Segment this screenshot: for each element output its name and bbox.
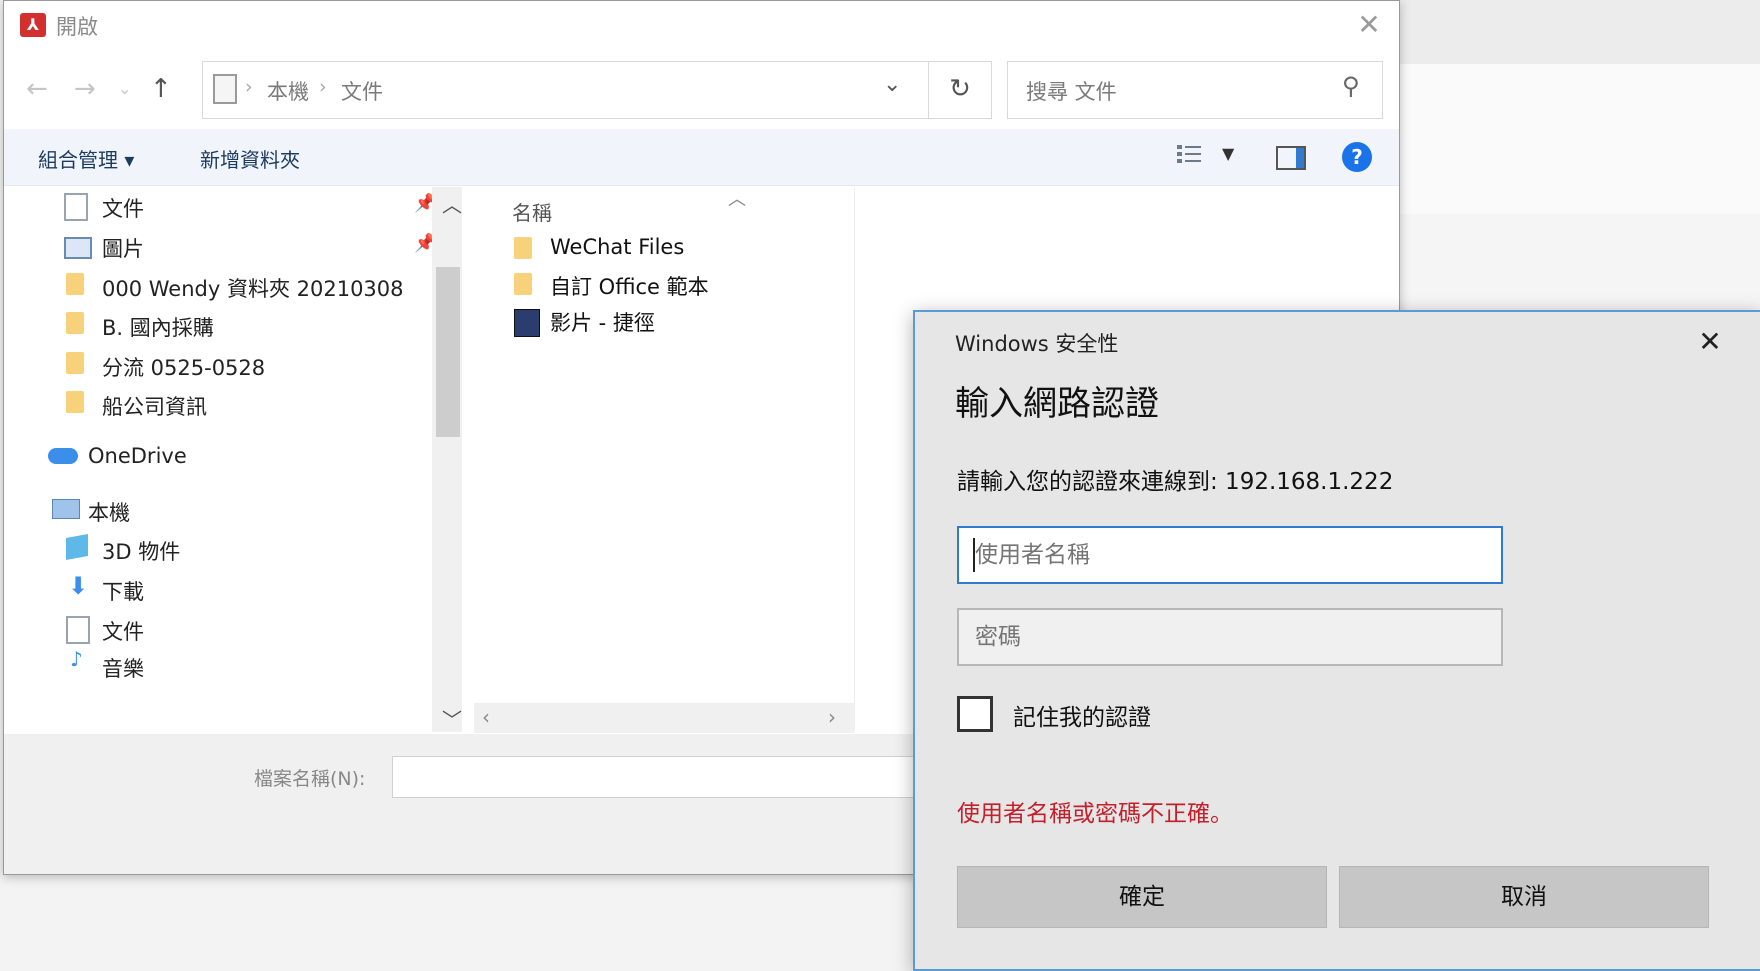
caret-down-icon[interactable]: ▼ bbox=[1222, 144, 1234, 163]
security-dialog-title: Windows 安全性 bbox=[955, 332, 1119, 356]
navigation-bar: ← → ⌄ ↑ › 本機 › 文件 ⌄ ↻ 搜尋 文件 ⚲ bbox=[4, 57, 1399, 127]
file-list-h-scrollbar[interactable] bbox=[474, 703, 854, 733]
back-icon[interactable]: ← bbox=[26, 74, 48, 104]
nav-item-label: 000 Wendy 資料夾 20210308 bbox=[102, 277, 404, 301]
breadcrumb-separator: › bbox=[245, 76, 253, 98]
text-caret bbox=[973, 538, 975, 572]
nav-item-label: 3D 物件 bbox=[102, 540, 181, 564]
scroll-down-icon[interactable]: ﹀ bbox=[442, 704, 462, 733]
nav-item-documents-quick[interactable]: 文件 📌 bbox=[64, 187, 436, 227]
organize-menu-button[interactable]: 組合管理 ▾ bbox=[38, 144, 134, 173]
nav-item-label: B. 國內採購 bbox=[102, 316, 214, 340]
breadcrumb-separator: › bbox=[319, 76, 327, 98]
ok-button[interactable]: 確定 bbox=[957, 866, 1327, 928]
computer-icon bbox=[52, 499, 80, 519]
column-divider bbox=[854, 187, 855, 732]
nav-item-pictures[interactable]: 圖片 📌 bbox=[64, 227, 436, 267]
file-item-label: WeChat Files bbox=[550, 235, 685, 259]
username-input[interactable] bbox=[957, 526, 1503, 584]
recent-dropdown-icon[interactable]: ⌄ bbox=[118, 79, 131, 98]
music-icon: ♪ bbox=[70, 647, 83, 671]
view-options-icon[interactable] bbox=[1176, 143, 1202, 165]
new-folder-button[interactable]: 新增資料夾 bbox=[200, 144, 300, 173]
help-icon[interactable]: ? bbox=[1342, 142, 1372, 172]
document-icon bbox=[66, 616, 90, 644]
nav-item-label: 下載 bbox=[102, 580, 144, 604]
download-icon: ⬇ bbox=[68, 572, 89, 600]
close-icon: ✕ bbox=[1698, 325, 1722, 358]
folder-icon bbox=[66, 352, 84, 374]
file-item-label: 自訂 Office 範本 bbox=[550, 275, 709, 299]
refresh-button[interactable]: ↻ bbox=[928, 61, 992, 119]
background-window-header bbox=[1398, 0, 1760, 65]
scrollbar-thumb[interactable] bbox=[436, 267, 460, 437]
video-shortcut-icon bbox=[514, 309, 540, 337]
breadcrumb-documents[interactable]: 文件 bbox=[341, 76, 383, 106]
filename-input[interactable] bbox=[392, 756, 994, 798]
scroll-up-icon[interactable]: ︿ bbox=[442, 189, 462, 218]
title-bar: ⅄ 開啟 ✕ bbox=[4, 1, 1399, 51]
windows-security-dialog: Windows 安全性 ✕ 輸入網路認證 請輸入您的認證來連線到: 192.16… bbox=[913, 310, 1760, 971]
folder-icon bbox=[66, 273, 84, 295]
nav-item-label: 船公司資訊 bbox=[102, 395, 207, 419]
breadcrumb-this-pc[interactable]: 本機 bbox=[267, 76, 309, 106]
remember-checkbox[interactable] bbox=[957, 696, 993, 732]
document-icon bbox=[64, 193, 88, 221]
nav-item-label: 分流 0525-0528 bbox=[102, 356, 266, 380]
cloud-icon bbox=[48, 448, 78, 464]
error-message: 使用者名稱或密碼不正確。 bbox=[957, 801, 1233, 827]
scroll-left-icon[interactable]: ‹ bbox=[482, 705, 490, 729]
acrobat-icon: ⅄ bbox=[20, 13, 46, 37]
nav-item-label: 圖片 bbox=[102, 237, 144, 261]
password-input[interactable] bbox=[957, 608, 1503, 666]
chevron-down-icon[interactable]: ⌄ bbox=[883, 72, 901, 97]
cancel-button[interactable]: 取消 bbox=[1339, 866, 1709, 928]
close-button[interactable]: ✕ bbox=[1690, 322, 1730, 362]
scroll-right-icon[interactable]: › bbox=[828, 705, 836, 729]
security-description: 請輸入您的認證來連線到: 192.168.1.222 bbox=[957, 469, 1394, 495]
search-placeholder: 搜尋 文件 bbox=[1026, 80, 1117, 104]
nav-item-label: 文件 bbox=[102, 620, 144, 644]
folder-icon bbox=[66, 312, 84, 334]
nav-item-label: 音樂 bbox=[102, 657, 144, 681]
forward-icon[interactable]: → bbox=[74, 74, 96, 104]
close-button[interactable]: ✕ bbox=[1349, 7, 1389, 43]
pictures-icon bbox=[64, 237, 92, 259]
document-icon bbox=[213, 74, 237, 104]
cube-icon bbox=[66, 534, 88, 560]
folder-icon bbox=[66, 391, 84, 413]
up-icon[interactable]: ↑ bbox=[150, 74, 172, 104]
nav-item-label: OneDrive bbox=[88, 444, 187, 468]
nav-item-label: 本機 bbox=[88, 501, 130, 525]
column-header-name[interactable]: 名稱 bbox=[512, 197, 552, 226]
address-bar[interactable]: › 本機 › 文件 ⌄ bbox=[202, 61, 988, 119]
refresh-icon: ↻ bbox=[949, 74, 971, 104]
file-list: 名稱 ︿ WeChat Files 自訂 Office 範本 影片 - 捷徑 bbox=[474, 187, 855, 732]
filename-label: 檔案名稱(N): bbox=[254, 768, 366, 790]
sort-ascending-icon: ︿ bbox=[728, 189, 746, 210]
preview-pane-icon[interactable] bbox=[1276, 146, 1306, 170]
background-window-row bbox=[1398, 64, 1760, 215]
folder-icon bbox=[514, 273, 532, 295]
file-item-label: 影片 - 捷徑 bbox=[550, 311, 655, 335]
security-heading: 輸入網路認證 bbox=[955, 384, 1159, 424]
dialog-title: 開啟 bbox=[56, 15, 98, 39]
search-input[interactable]: 搜尋 文件 ⚲ bbox=[1007, 61, 1383, 119]
nav-item-label: 文件 bbox=[102, 197, 144, 221]
navigation-pane: 文件 📌 圖片 📌 000 Wendy 資料夾 20210308 B. 國內採購… bbox=[4, 187, 444, 732]
remember-label[interactable]: 記住我的認證 bbox=[1013, 698, 1151, 732]
search-icon: ⚲ bbox=[1342, 72, 1360, 100]
folder-icon bbox=[514, 237, 532, 259]
command-bar: 組合管理 ▾ 新增資料夾 ▼ ? bbox=[4, 129, 1399, 186]
